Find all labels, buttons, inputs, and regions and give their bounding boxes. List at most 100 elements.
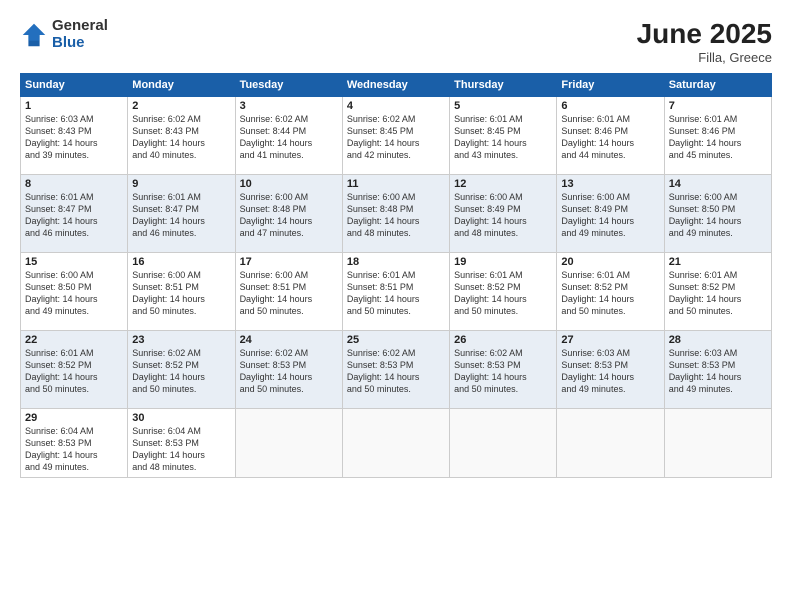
- calendar-week-row: 8Sunrise: 6:01 AM Sunset: 8:47 PM Daylig…: [21, 175, 772, 253]
- day-info: Sunrise: 6:02 AM Sunset: 8:45 PM Dayligh…: [347, 113, 445, 162]
- calendar-week-row: 1Sunrise: 6:03 AM Sunset: 8:43 PM Daylig…: [21, 97, 772, 175]
- logo-icon: [20, 21, 48, 49]
- day-number: 2: [132, 100, 230, 112]
- day-info: Sunrise: 6:01 AM Sunset: 8:52 PM Dayligh…: [454, 269, 552, 318]
- title-block: June 2025 Filla, Greece: [637, 18, 772, 65]
- calendar-col-header: Friday: [557, 74, 664, 97]
- calendar-cell: 15Sunrise: 6:00 AM Sunset: 8:50 PM Dayli…: [21, 253, 128, 331]
- calendar-header-row: SundayMondayTuesdayWednesdayThursdayFrid…: [21, 74, 772, 97]
- calendar-cell: 19Sunrise: 6:01 AM Sunset: 8:52 PM Dayli…: [450, 253, 557, 331]
- calendar-cell: 7Sunrise: 6:01 AM Sunset: 8:46 PM Daylig…: [664, 97, 771, 175]
- logo: General Blue: [20, 18, 108, 51]
- day-number: 22: [25, 334, 123, 346]
- calendar-cell: 5Sunrise: 6:01 AM Sunset: 8:45 PM Daylig…: [450, 97, 557, 175]
- calendar-cell: 23Sunrise: 6:02 AM Sunset: 8:52 PM Dayli…: [128, 331, 235, 409]
- calendar-cell: [342, 409, 449, 478]
- day-number: 21: [669, 256, 767, 268]
- day-info: Sunrise: 6:00 AM Sunset: 8:48 PM Dayligh…: [347, 191, 445, 240]
- day-number: 11: [347, 178, 445, 190]
- calendar-table: SundayMondayTuesdayWednesdayThursdayFrid…: [20, 73, 772, 478]
- day-info: Sunrise: 6:03 AM Sunset: 8:53 PM Dayligh…: [669, 347, 767, 396]
- calendar-cell: 24Sunrise: 6:02 AM Sunset: 8:53 PM Dayli…: [235, 331, 342, 409]
- day-info: Sunrise: 6:02 AM Sunset: 8:43 PM Dayligh…: [132, 113, 230, 162]
- calendar-col-header: Wednesday: [342, 74, 449, 97]
- day-number: 18: [347, 256, 445, 268]
- calendar-cell: 2Sunrise: 6:02 AM Sunset: 8:43 PM Daylig…: [128, 97, 235, 175]
- day-info: Sunrise: 6:01 AM Sunset: 8:47 PM Dayligh…: [25, 191, 123, 240]
- calendar-cell: 1Sunrise: 6:03 AM Sunset: 8:43 PM Daylig…: [21, 97, 128, 175]
- day-number: 28: [669, 334, 767, 346]
- calendar-cell: 25Sunrise: 6:02 AM Sunset: 8:53 PM Dayli…: [342, 331, 449, 409]
- calendar-cell: 13Sunrise: 6:00 AM Sunset: 8:49 PM Dayli…: [557, 175, 664, 253]
- day-info: Sunrise: 6:00 AM Sunset: 8:48 PM Dayligh…: [240, 191, 338, 240]
- logo-text: General Blue: [52, 18, 108, 51]
- calendar-cell: 17Sunrise: 6:00 AM Sunset: 8:51 PM Dayli…: [235, 253, 342, 331]
- calendar-cell: 27Sunrise: 6:03 AM Sunset: 8:53 PM Dayli…: [557, 331, 664, 409]
- day-info: Sunrise: 6:00 AM Sunset: 8:51 PM Dayligh…: [132, 269, 230, 318]
- day-info: Sunrise: 6:00 AM Sunset: 8:51 PM Dayligh…: [240, 269, 338, 318]
- day-number: 27: [561, 334, 659, 346]
- day-info: Sunrise: 6:00 AM Sunset: 8:49 PM Dayligh…: [454, 191, 552, 240]
- day-number: 8: [25, 178, 123, 190]
- day-number: 3: [240, 100, 338, 112]
- day-info: Sunrise: 6:01 AM Sunset: 8:52 PM Dayligh…: [25, 347, 123, 396]
- month-year: June 2025: [637, 18, 772, 50]
- calendar-cell: 12Sunrise: 6:00 AM Sunset: 8:49 PM Dayli…: [450, 175, 557, 253]
- calendar-cell: 9Sunrise: 6:01 AM Sunset: 8:47 PM Daylig…: [128, 175, 235, 253]
- day-number: 1: [25, 100, 123, 112]
- day-info: Sunrise: 6:02 AM Sunset: 8:44 PM Dayligh…: [240, 113, 338, 162]
- calendar-week-row: 22Sunrise: 6:01 AM Sunset: 8:52 PM Dayli…: [21, 331, 772, 409]
- calendar-cell: 29Sunrise: 6:04 AM Sunset: 8:53 PM Dayli…: [21, 409, 128, 478]
- page: General Blue June 2025 Filla, Greece Sun…: [0, 0, 792, 612]
- day-info: Sunrise: 6:01 AM Sunset: 8:46 PM Dayligh…: [561, 113, 659, 162]
- day-number: 6: [561, 100, 659, 112]
- calendar-cell: 18Sunrise: 6:01 AM Sunset: 8:51 PM Dayli…: [342, 253, 449, 331]
- day-number: 9: [132, 178, 230, 190]
- calendar-cell: 28Sunrise: 6:03 AM Sunset: 8:53 PM Dayli…: [664, 331, 771, 409]
- day-number: 5: [454, 100, 552, 112]
- calendar-cell: 6Sunrise: 6:01 AM Sunset: 8:46 PM Daylig…: [557, 97, 664, 175]
- day-number: 15: [25, 256, 123, 268]
- day-info: Sunrise: 6:02 AM Sunset: 8:52 PM Dayligh…: [132, 347, 230, 396]
- header: General Blue June 2025 Filla, Greece: [20, 18, 772, 65]
- calendar-col-header: Sunday: [21, 74, 128, 97]
- day-info: Sunrise: 6:02 AM Sunset: 8:53 PM Dayligh…: [454, 347, 552, 396]
- calendar-cell: 10Sunrise: 6:00 AM Sunset: 8:48 PM Dayli…: [235, 175, 342, 253]
- logo-blue: Blue: [52, 35, 108, 52]
- calendar-col-header: Tuesday: [235, 74, 342, 97]
- day-number: 17: [240, 256, 338, 268]
- calendar-cell: [235, 409, 342, 478]
- calendar-week-row: 29Sunrise: 6:04 AM Sunset: 8:53 PM Dayli…: [21, 409, 772, 478]
- day-number: 14: [669, 178, 767, 190]
- calendar-col-header: Thursday: [450, 74, 557, 97]
- day-number: 23: [132, 334, 230, 346]
- calendar-cell: 14Sunrise: 6:00 AM Sunset: 8:50 PM Dayli…: [664, 175, 771, 253]
- day-number: 29: [25, 412, 123, 424]
- day-number: 12: [454, 178, 552, 190]
- day-info: Sunrise: 6:02 AM Sunset: 8:53 PM Dayligh…: [240, 347, 338, 396]
- day-number: 24: [240, 334, 338, 346]
- day-info: Sunrise: 6:01 AM Sunset: 8:52 PM Dayligh…: [561, 269, 659, 318]
- day-info: Sunrise: 6:03 AM Sunset: 8:43 PM Dayligh…: [25, 113, 123, 162]
- calendar-col-header: Monday: [128, 74, 235, 97]
- calendar-week-row: 15Sunrise: 6:00 AM Sunset: 8:50 PM Dayli…: [21, 253, 772, 331]
- calendar-cell: 16Sunrise: 6:00 AM Sunset: 8:51 PM Dayli…: [128, 253, 235, 331]
- day-info: Sunrise: 6:01 AM Sunset: 8:47 PM Dayligh…: [132, 191, 230, 240]
- day-info: Sunrise: 6:01 AM Sunset: 8:46 PM Dayligh…: [669, 113, 767, 162]
- day-number: 13: [561, 178, 659, 190]
- calendar-cell: 3Sunrise: 6:02 AM Sunset: 8:44 PM Daylig…: [235, 97, 342, 175]
- day-info: Sunrise: 6:04 AM Sunset: 8:53 PM Dayligh…: [25, 425, 123, 474]
- calendar-cell: [450, 409, 557, 478]
- day-info: Sunrise: 6:00 AM Sunset: 8:50 PM Dayligh…: [25, 269, 123, 318]
- logo-general: General: [52, 18, 108, 35]
- day-info: Sunrise: 6:01 AM Sunset: 8:52 PM Dayligh…: [669, 269, 767, 318]
- day-info: Sunrise: 6:01 AM Sunset: 8:45 PM Dayligh…: [454, 113, 552, 162]
- day-number: 7: [669, 100, 767, 112]
- calendar-col-header: Saturday: [664, 74, 771, 97]
- day-info: Sunrise: 6:01 AM Sunset: 8:51 PM Dayligh…: [347, 269, 445, 318]
- day-number: 30: [132, 412, 230, 424]
- calendar-cell: 26Sunrise: 6:02 AM Sunset: 8:53 PM Dayli…: [450, 331, 557, 409]
- day-info: Sunrise: 6:03 AM Sunset: 8:53 PM Dayligh…: [561, 347, 659, 396]
- day-number: 25: [347, 334, 445, 346]
- location: Filla, Greece: [637, 50, 772, 65]
